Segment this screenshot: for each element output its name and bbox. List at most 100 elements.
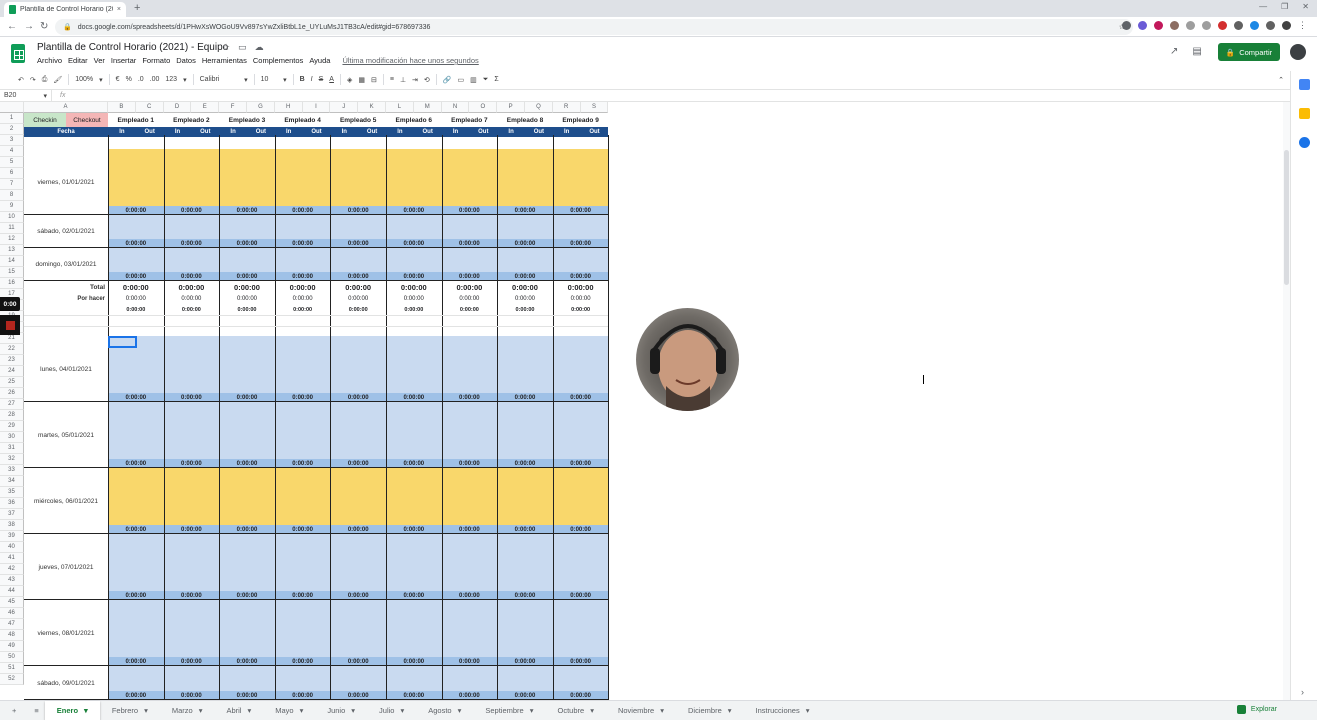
column-header[interactable]: E (191, 102, 220, 113)
forward-icon[interactable]: → (24, 21, 34, 32)
column-header[interactable]: Q (525, 102, 553, 113)
time-entry-out[interactable] (135, 248, 164, 272)
time-entry-out[interactable] (247, 468, 275, 525)
column-header[interactable]: C (135, 102, 164, 113)
time-entry-in[interactable] (497, 600, 525, 657)
time-entry-out[interactable] (302, 248, 331, 272)
time-entry-in[interactable] (552, 336, 581, 393)
all-sheets-icon[interactable]: ≡ (28, 701, 44, 720)
redo-icon[interactable]: ↷ (30, 76, 36, 84)
menu-datos[interactable]: Datos (176, 56, 196, 65)
row-header[interactable]: 45 (0, 597, 24, 608)
row-header[interactable]: 3 (0, 135, 24, 146)
column-header[interactable]: G (247, 102, 275, 113)
time-entry-in[interactable] (274, 468, 303, 525)
time-entry-in[interactable] (386, 336, 414, 393)
time-entry-out[interactable] (191, 600, 220, 657)
time-entry-in[interactable] (219, 149, 247, 206)
column-header[interactable]: F (219, 102, 247, 113)
row-header[interactable]: 31 (0, 443, 24, 454)
row-header[interactable]: 52 (0, 674, 24, 685)
chevron-down-icon[interactable]: ▾ (530, 706, 534, 715)
sheet-tab[interactable]: Febrero ▾ (100, 701, 160, 720)
row-header[interactable]: 37 (0, 509, 24, 520)
time-entry-out[interactable] (580, 534, 609, 591)
text-wrap-icon[interactable]: ⇥ (412, 76, 418, 84)
row-header[interactable]: 40 (0, 542, 24, 553)
time-entry-out[interactable] (135, 600, 164, 657)
menu-ayuda[interactable]: Ayuda (309, 56, 330, 65)
collapse-menu-icon[interactable]: ⌃ (1278, 76, 1284, 84)
time-entry-out[interactable] (135, 215, 164, 239)
move-folder-icon[interactable]: ▭ (238, 42, 247, 53)
time-entry-out[interactable] (135, 402, 164, 459)
time-entry-in[interactable] (386, 468, 414, 525)
time-entry-out[interactable] (302, 534, 331, 591)
menu-herramientas[interactable]: Herramientas (202, 56, 247, 65)
profile-avatar[interactable] (1282, 21, 1291, 30)
sheet-tab[interactable]: Marzo ▾ (160, 701, 215, 720)
chevron-down-icon[interactable]: ▾ (199, 706, 203, 715)
time-entry-out[interactable] (580, 468, 609, 525)
row-header[interactable]: 47 (0, 619, 24, 630)
time-entry-in[interactable] (386, 666, 414, 691)
time-entry-out[interactable] (358, 666, 386, 691)
time-entry-out[interactable] (525, 336, 553, 393)
select-all-corner[interactable] (0, 102, 24, 113)
time-entry-in[interactable] (330, 215, 359, 239)
row-header[interactable]: 4 (0, 146, 24, 157)
sheet-tab[interactable]: Enero ▾ (44, 701, 100, 720)
row-header[interactable]: 25 (0, 377, 24, 388)
column-header[interactable]: N (441, 102, 470, 113)
row-header[interactable]: 29 (0, 421, 24, 432)
time-entry-out[interactable] (302, 149, 331, 206)
time-entry-in[interactable] (163, 534, 192, 591)
more-menu-icon[interactable]: ⋮ (1298, 20, 1307, 31)
time-entry-out[interactable] (247, 666, 275, 691)
time-entry-out[interactable] (191, 666, 220, 691)
time-entry-out[interactable] (525, 248, 553, 272)
time-entry-out[interactable] (580, 215, 609, 239)
maximize-button[interactable]: ❐ (1281, 2, 1288, 11)
row-header[interactable]: 10 (0, 212, 24, 223)
time-entry-out[interactable] (302, 600, 331, 657)
time-entry-in[interactable] (274, 336, 303, 393)
time-entry-in[interactable] (219, 468, 247, 525)
time-entry-out[interactable] (358, 402, 386, 459)
sheet-tab[interactable]: Agosto ▾ (416, 701, 473, 720)
close-window-button[interactable]: ✕ (1302, 2, 1309, 11)
document-title[interactable]: Plantilla de Control Horario (2021) - Eq… (37, 42, 228, 53)
time-entry-in[interactable] (497, 534, 525, 591)
row-header[interactable]: 16 (0, 278, 24, 289)
row-header[interactable]: 22 (0, 344, 24, 355)
extension-icon[interactable] (1202, 21, 1211, 30)
row-header[interactable]: 13 (0, 245, 24, 256)
spreadsheet-grid[interactable]: A B C D E F G H I J K L M N O P Q R S 1 2 3 4 5 6 7 8 9 10 11 12 13 14 15… (0, 102, 1282, 700)
time-entry-out[interactable] (358, 149, 386, 206)
time-entry-in[interactable] (497, 149, 525, 206)
time-entry-in[interactable] (163, 468, 192, 525)
time-entry-out[interactable] (247, 149, 275, 206)
row-header[interactable]: 28 (0, 410, 24, 421)
sheet-tab[interactable]: Mayo ▾ (263, 701, 315, 720)
column-header[interactable]: D (163, 102, 192, 113)
time-entry-out[interactable] (413, 215, 442, 239)
time-entry-in[interactable] (330, 248, 359, 272)
time-entry-out[interactable] (135, 468, 164, 525)
time-entry-out[interactable] (413, 600, 442, 657)
time-entry-out[interactable] (469, 215, 498, 239)
extension-icon[interactable] (1154, 21, 1163, 30)
puzzle-icon[interactable] (1266, 21, 1275, 30)
chevron-down-icon[interactable]: ▾ (300, 706, 304, 715)
time-entry-out[interactable] (413, 468, 442, 525)
time-entry-in[interactable] (274, 402, 303, 459)
time-entry-in[interactable] (330, 468, 359, 525)
time-entry-out[interactable] (358, 534, 386, 591)
time-entry-out[interactable] (302, 215, 331, 239)
time-entry-in[interactable] (552, 600, 581, 657)
time-entry-in[interactable] (330, 600, 359, 657)
stop-recording-button[interactable] (0, 315, 20, 335)
extension-icon[interactable] (1170, 21, 1179, 30)
time-entry-in[interactable] (330, 336, 359, 393)
time-entry-in[interactable] (163, 248, 192, 272)
